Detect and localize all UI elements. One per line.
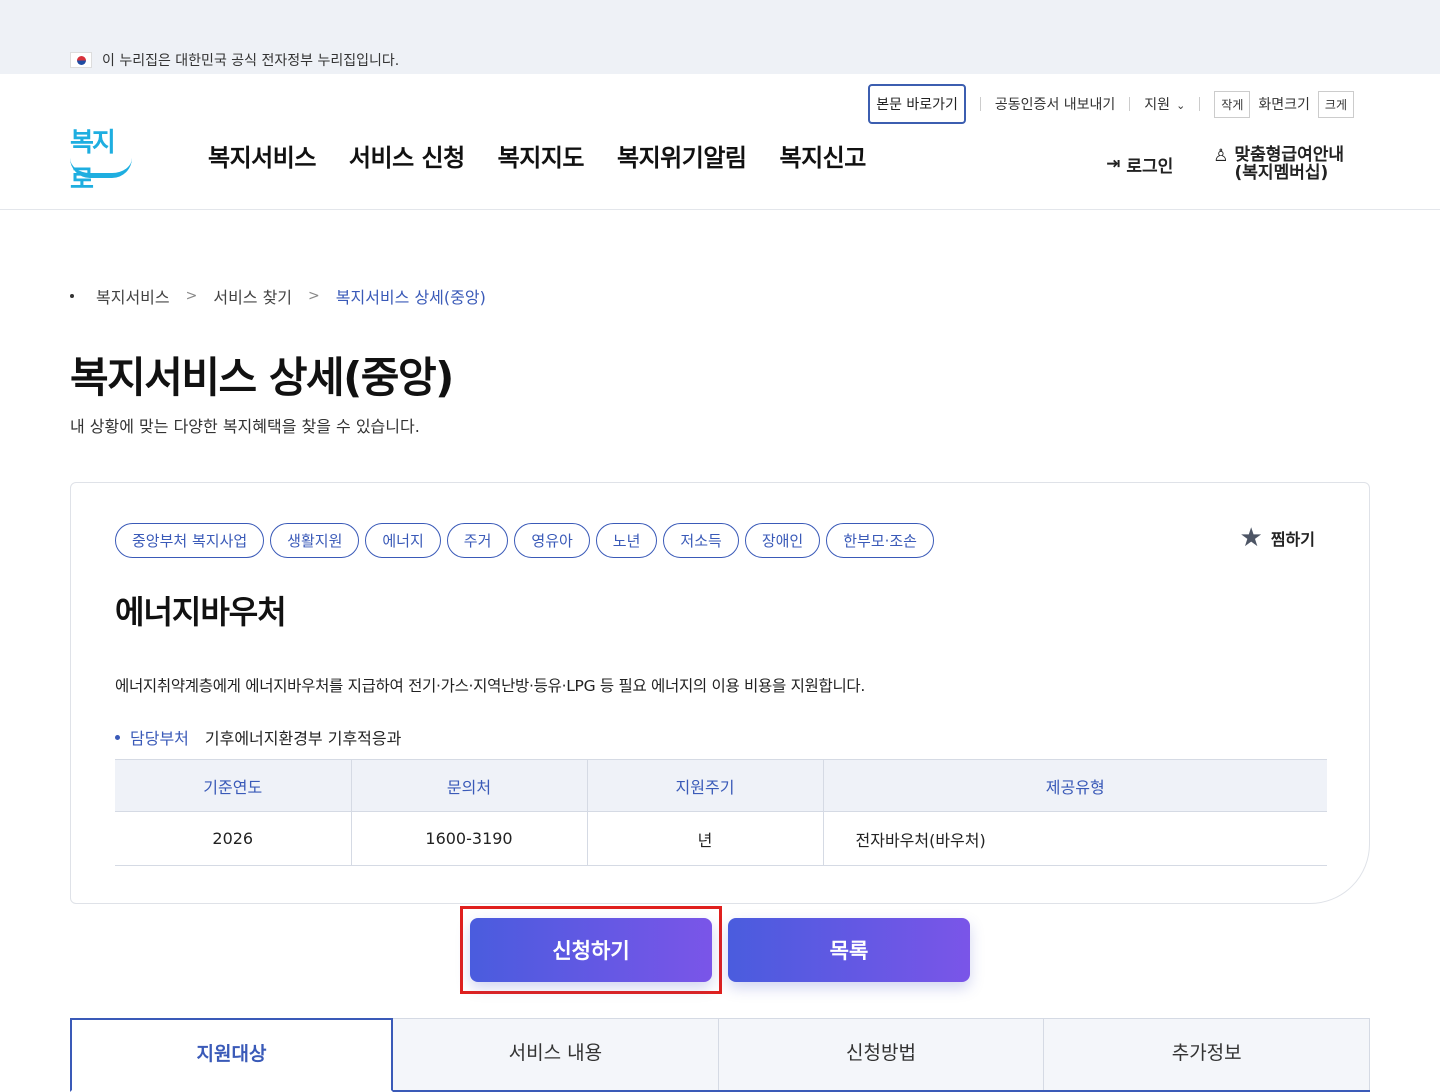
service-card: 중앙부처 복지사업 생활지원 에너지 주거 영유아 노년 저소득 장애인 한부모… — [70, 482, 1370, 904]
breadcrumb-item[interactable]: 복지서비스 — [96, 284, 170, 308]
font-large-button[interactable]: 크게 — [1317, 90, 1354, 118]
chevron-right-icon: > — [308, 288, 320, 304]
table-cell: 전자바우처(바우처) — [823, 811, 1327, 866]
table-header: 지원주기 — [587, 759, 824, 812]
nav-item-service-apply[interactable]: 서비스 신청 — [349, 138, 465, 173]
service-title: 에너지바우처 — [115, 593, 287, 631]
table-header: 기준연도 — [115, 759, 352, 812]
user-add-icon: ♙ — [1213, 146, 1229, 166]
cert-export-link[interactable]: 공동인증서 내보내기 — [995, 94, 1115, 114]
department-value: 기후에너지환경부 기후적응과 — [204, 729, 402, 748]
page-subtitle: 내 상황에 맞는 다양한 복지혜택을 찾을 수 있습니다. — [70, 417, 420, 436]
nav-item-welfare-service[interactable]: 복지서비스 — [208, 138, 316, 173]
nav-item-welfare-report[interactable]: 복지신고 — [779, 138, 866, 173]
favorite-label: 찜하기 — [1270, 530, 1315, 549]
table-cell: 2026 — [115, 811, 352, 866]
category-tag[interactable]: 장애인 — [744, 523, 821, 558]
table-row: 2026 1600-3190 년 전자바우처(바우처) — [115, 811, 1327, 866]
home-bullet-icon — [70, 294, 74, 298]
membership-link[interactable]: ♙ 맞춤형급여안내 (복지멤버십) — [1213, 146, 1344, 182]
tab-additional-info[interactable]: 추가정보 — [1044, 1018, 1371, 1090]
table-header: 제공유형 — [823, 759, 1327, 812]
support-menu[interactable]: 지원 ⌄ — [1144, 94, 1185, 114]
category-tag[interactable]: 노년 — [595, 523, 658, 558]
auth-menu: ⇥ 로그인 ♙ 맞춤형급여안내 (복지멤버십) — [1106, 146, 1344, 182]
tab-service-content[interactable]: 서비스 내용 — [393, 1018, 719, 1090]
chevron-down-icon: ⌄ — [1176, 99, 1186, 112]
detail-tabs: 지원대상 서비스 내용 신청방법 추가정보 — [70, 1018, 1371, 1092]
favorite-button[interactable]: ★ 찜하기 — [1240, 525, 1315, 551]
category-tag[interactable]: 중앙부처 복지사업 — [115, 523, 265, 558]
department-label: 담당부처 — [130, 729, 189, 748]
page-title: 복지서비스 상세(중앙) — [70, 353, 454, 402]
table-cell: 년 — [587, 811, 824, 866]
breadcrumb-current: 복지서비스 상세(중앙) — [335, 288, 486, 307]
main-nav: 복지서비스 서비스 신청 복지지도 복지위기알림 복지신고 — [208, 138, 866, 173]
nav-item-welfare-map[interactable]: 복지지도 — [498, 138, 585, 173]
divider — [1129, 97, 1131, 111]
membership-label-line2: (복지멤버십) — [1234, 163, 1329, 183]
category-tag[interactable]: 주거 — [446, 523, 509, 558]
star-icon: ★ — [1239, 523, 1263, 553]
category-tag[interactable]: 저소득 — [663, 523, 739, 558]
table-cell: 1600-3190 — [351, 811, 588, 866]
divider — [979, 97, 981, 111]
support-label: 지원 — [1144, 97, 1171, 113]
login-label: 로그인 — [1126, 156, 1174, 177]
category-tag[interactable]: 에너지 — [365, 523, 441, 558]
category-tag[interactable]: 영유아 — [514, 523, 590, 558]
breadcrumb-item[interactable]: 서비스 찾기 — [213, 284, 292, 308]
skip-to-content-link[interactable]: 본문 바로가기 — [868, 84, 966, 124]
font-small-button[interactable]: 작게 — [1214, 90, 1251, 118]
tab-eligibility[interactable]: 지원대상 — [70, 1018, 393, 1092]
chevron-right-icon: > — [185, 288, 198, 304]
apply-button[interactable]: 신청하기 — [470, 918, 712, 982]
service-description: 에너지취약계층에게 에너지바우처를 지급하여 전기·가스·지역난방·등유·LPG… — [115, 677, 865, 695]
breadcrumb: 복지서비스 > 서비스 찾기 > 복지서비스 상세(중앙) — [70, 284, 486, 308]
font-size-label: 화면크기 — [1258, 97, 1310, 113]
utility-menu: 본문 바로가기 공동인증서 내보내기 지원 ⌄ 작게 화면크기 크게 — [868, 84, 1354, 124]
divider — [1199, 97, 1201, 111]
korea-flag-icon — [70, 52, 92, 68]
department-info: 담당부처 기후에너지환경부 기후적응과 — [115, 725, 401, 749]
list-button[interactable]: 목록 — [728, 918, 970, 982]
table-header: 문의처 — [351, 759, 588, 812]
category-tag[interactable]: 한부모·조손 — [826, 523, 934, 558]
site-header: 복지로 본문 바로가기 공동인증서 내보내기 지원 ⌄ 작게 화면크기 크게 복지… — [0, 74, 1440, 210]
login-icon: ⇥ — [1106, 154, 1121, 174]
table-header-row: 기준연도 문의처 지원주기 제공유형 — [115, 759, 1327, 812]
tab-apply-method[interactable]: 신청방법 — [718, 1018, 1045, 1090]
login-link[interactable]: ⇥ 로그인 — [1106, 146, 1173, 182]
membership-label-line1: 맞춤형급여안내 — [1234, 145, 1344, 165]
tag-list: 중앙부처 복지사업 생활지원 에너지 주거 영유아 노년 저소득 장애인 한부모… — [115, 523, 934, 558]
service-info-table: 기준연도 문의처 지원주기 제공유형 2026 1600-3190 년 전자바우… — [115, 759, 1327, 866]
bullet-icon — [115, 734, 120, 740]
gov-banner: 이 누리집은 대한민국 공식 전자정부 누리집입니다. — [0, 0, 1440, 74]
category-tag[interactable]: 생활지원 — [270, 523, 360, 558]
gov-banner-text: 이 누리집은 대한민국 공식 전자정부 누리집입니다. — [102, 53, 400, 69]
bokjiro-logo[interactable]: 복지로 — [70, 122, 134, 195]
nav-item-crisis-alert[interactable]: 복지위기알림 — [617, 138, 747, 173]
